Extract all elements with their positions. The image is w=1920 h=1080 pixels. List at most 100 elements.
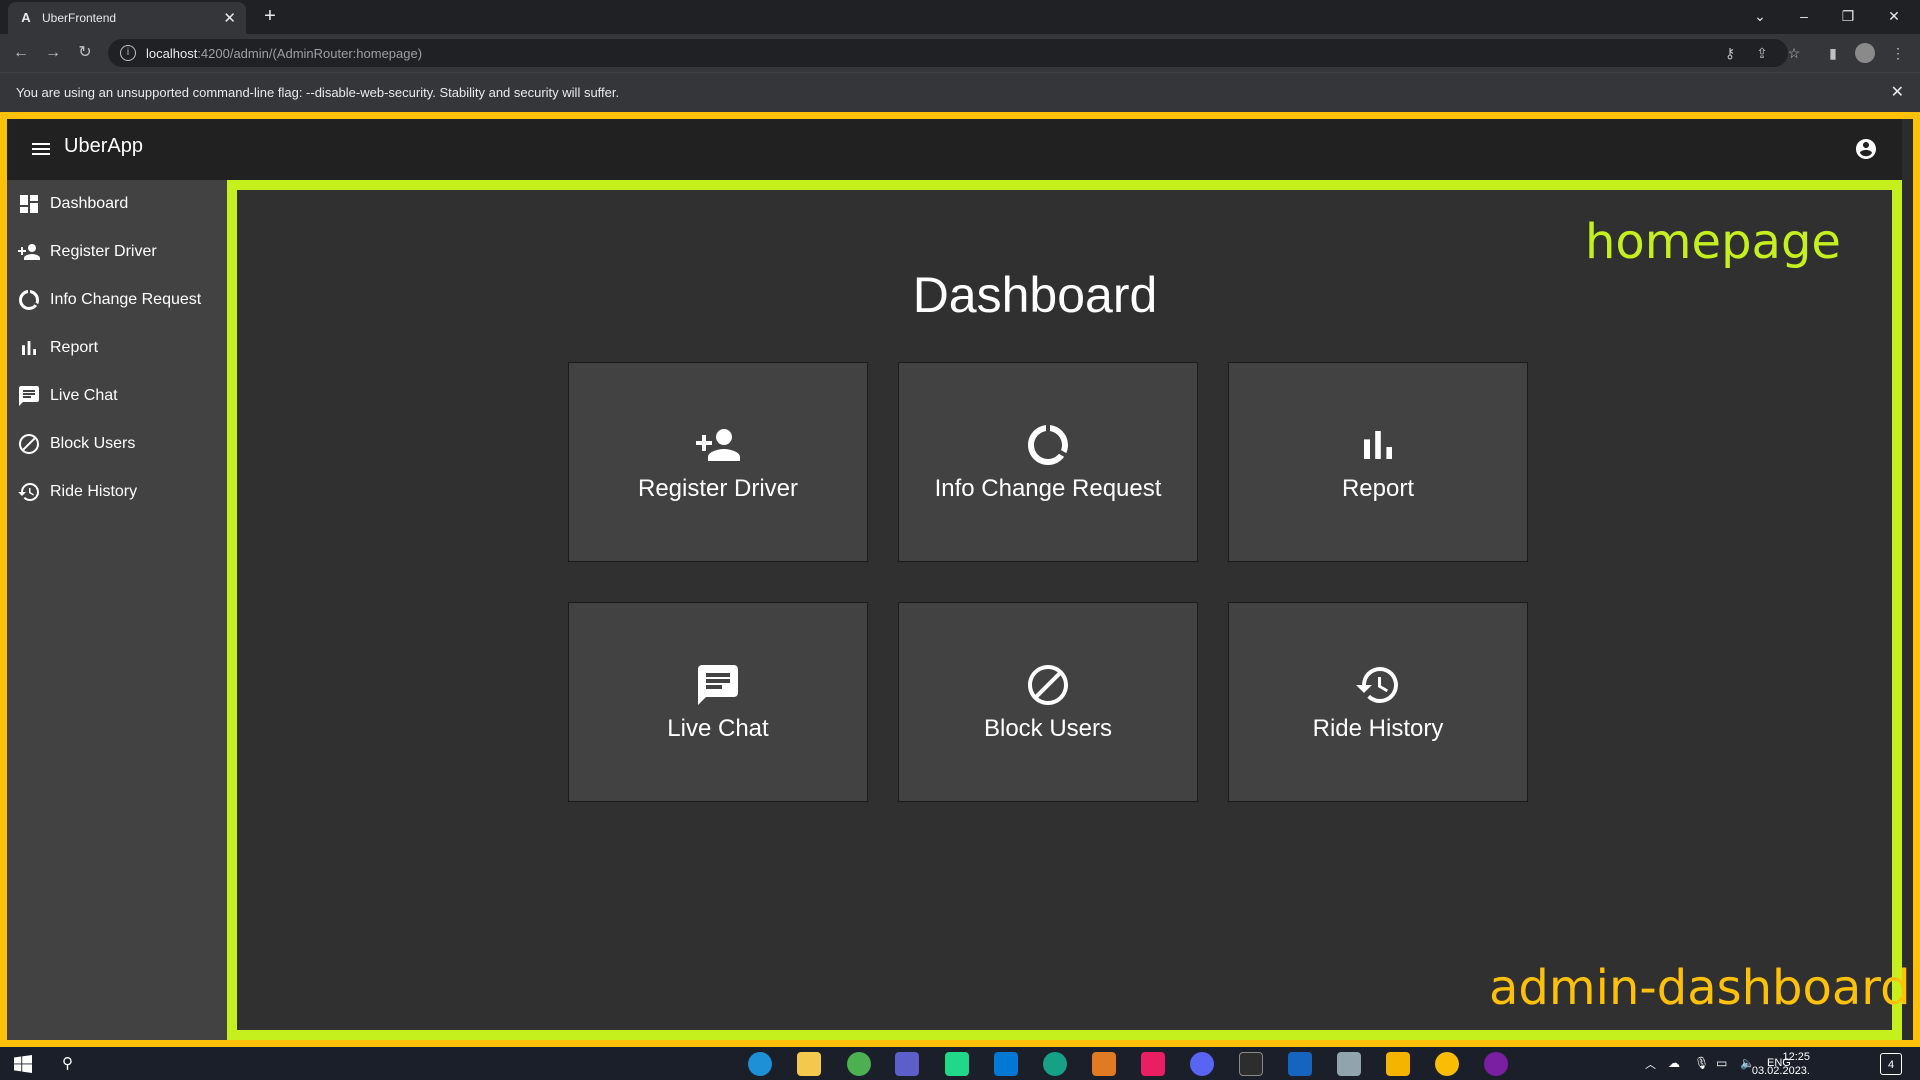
card-label: Info Change Request [934,475,1162,502]
windows-taskbar: ⚲ ︿ ☁ 🎙 ▭ 🔈 ENG 12:25 03.02.2023. 4 [0,1047,1920,1080]
sidebar-item-register-driver[interactable]: Register Driver [7,228,227,276]
tray-overflow-icon[interactable]: ︿ [1645,1056,1656,1072]
notes-icon[interactable] [1337,1052,1361,1076]
sidebar: Dashboard Register Driver Info Change Re… [7,180,227,1040]
bar-chart-icon [22,341,36,355]
browser-tab-strip: A UberFrontend ✕ + ⌄ – ❐ ✕ [0,0,1920,34]
url-host: localhost [146,45,198,61]
back-icon[interactable]: ← [10,43,32,63]
person-add-icon [696,429,740,461]
discord-icon[interactable] [1190,1052,1214,1076]
close-window-button[interactable]: ✕ [1872,4,1916,28]
file-explorer-icon[interactable] [797,1052,821,1076]
card-info-change-request[interactable]: Info Change Request [898,362,1198,562]
profile-avatar[interactable] [1855,43,1875,63]
block-icon [1028,665,1068,705]
app-icon[interactable] [1043,1052,1067,1076]
sidebar-item-live-chat[interactable]: Live Chat [7,372,227,420]
admin-dashboard-annotation: admin-dashboard [1489,960,1911,1016]
chrome-icon[interactable] [847,1052,871,1076]
microphone-icon[interactable]: 🎙 [1694,1056,1709,1070]
card-label: Live Chat [667,715,769,742]
notification-center-icon[interactable]: 4 [1880,1053,1902,1075]
refresh-icon [19,290,39,310]
sublime-icon[interactable] [1092,1052,1116,1076]
sidebar-item-label: Ride History [50,483,138,500]
browser-toolbar: ← → ↻ i localhost:4200/admin/(AdminRoute… [0,34,1920,72]
page-title: Dashboard [912,267,1158,323]
minimize-button[interactable]: – [1782,4,1826,28]
side-panel-icon[interactable]: ▮ [1823,43,1843,63]
restore-button[interactable]: ❐ [1826,4,1870,28]
card-label: Ride History [1312,715,1444,742]
card-label: Register Driver [637,475,799,502]
chat-icon [698,665,738,705]
card-report[interactable]: Report [1228,362,1528,562]
card-block-users[interactable]: Block Users [898,602,1198,802]
browser-tab[interactable]: A UberFrontend ✕ [8,2,246,34]
intellij-icon[interactable] [1141,1052,1165,1076]
taskbar-clock[interactable]: 12:25 03.02.2023. [1752,1050,1810,1078]
share-icon[interactable]: ⇪ [1752,43,1772,63]
photos-icon[interactable] [1288,1052,1312,1076]
close-tab-icon[interactable]: ✕ [223,9,236,27]
homepage-annotation: homepage [1585,214,1841,270]
dashboard-icon [20,195,38,213]
app-title: UberApp [64,135,143,157]
teams-icon[interactable] [895,1052,919,1076]
forward-icon[interactable]: → [42,43,64,63]
refresh-icon [1028,425,1068,465]
new-tab-button[interactable]: + [260,6,280,26]
sidebar-item-label: Info Change Request [50,291,202,308]
password-key-icon[interactable]: ⚷ [1720,43,1740,63]
clock-date: 03.02.2023. [1751,1065,1810,1077]
sidebar-item-label: Block Users [50,435,136,452]
reload-icon[interactable]: ↻ [74,43,96,63]
bar-chart-icon [1364,431,1392,459]
terminal-icon[interactable] [1239,1052,1263,1076]
network-icon[interactable]: ▭ [1716,1056,1727,1070]
browser-menu-icon[interactable]: ⋮ [1888,43,1908,63]
card-register-driver[interactable]: Register Driver [568,362,868,562]
clock-time: 12:25 [1782,1051,1810,1063]
git-icon[interactable] [1386,1052,1410,1076]
search-icon[interactable]: ⚲ [62,1054,82,1074]
hamburger-menu-icon[interactable] [29,137,53,161]
sidebar-item-label: Dashboard [50,195,129,212]
sidebar-item-dashboard[interactable]: Dashboard [7,180,227,228]
block-icon [19,434,39,454]
sidebar-item-label: Report [50,339,99,356]
history-icon [18,483,39,501]
pycharm-icon[interactable] [945,1052,969,1076]
sidebar-item-report[interactable]: Report [7,324,227,372]
edge-icon[interactable] [748,1052,772,1076]
tab-search-icon[interactable]: ⌄ [1738,4,1782,28]
person-add-icon [18,244,40,260]
url-path: :4200/admin/(AdminRouter:homepage) [197,45,423,61]
sidebar-item-ride-history[interactable]: Ride History [7,468,227,516]
account-circle-icon[interactable] [1854,137,1878,161]
notification-count: 4 [1887,1059,1895,1071]
sidebar-item-info-change-request[interactable]: Info Change Request [7,276,227,324]
card-label: Report [1341,475,1415,502]
history-icon [1356,667,1398,703]
card-live-chat[interactable]: Live Chat [568,602,868,802]
onedrive-icon[interactable]: ☁ [1668,1056,1680,1070]
close-warning-icon[interactable]: ✕ [1891,73,1904,113]
card-label: Block Users [983,715,1113,742]
bookmark-star-icon[interactable]: ☆ [1784,43,1804,63]
sidebar-item-block-users[interactable]: Block Users [7,420,227,468]
chat-icon [19,386,39,406]
site-info-icon[interactable]: i [120,45,136,61]
windows-start-icon[interactable] [14,1055,32,1073]
vscode-icon[interactable] [994,1052,1018,1076]
drop-icon[interactable] [1484,1052,1508,1076]
tab-title: UberFrontend [42,11,117,25]
card-ride-history[interactable]: Ride History [1228,602,1528,802]
sidebar-item-label: Live Chat [50,387,118,404]
sidebar-item-label: Register Driver [50,243,157,260]
angular-favicon-icon: A [21,10,31,25]
app-header: UberApp [7,119,1902,180]
chrome-active-icon[interactable] [1435,1052,1459,1076]
address-bar[interactable]: i localhost:4200/admin/(AdminRouter:home… [108,39,1788,67]
